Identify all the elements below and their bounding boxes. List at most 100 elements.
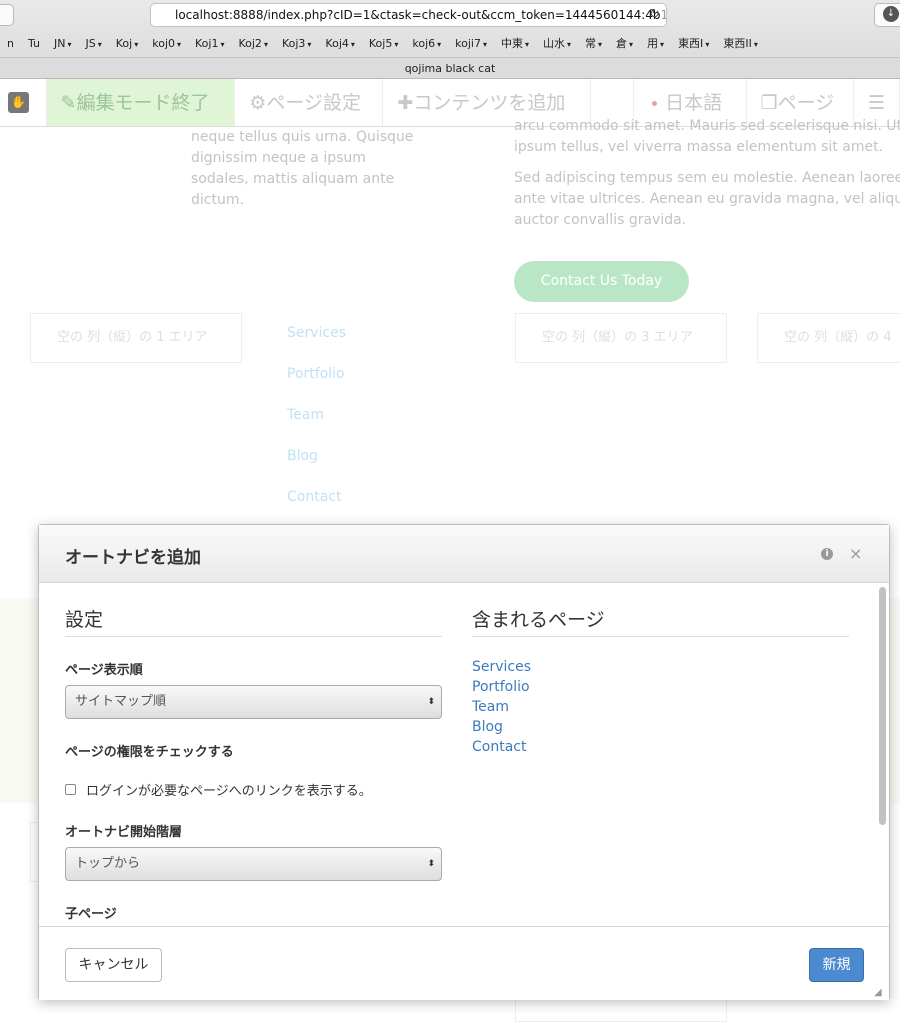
add-button[interactable]: 新規 bbox=[809, 948, 864, 982]
contact-us-button[interactable]: Contact Us Today bbox=[514, 261, 689, 302]
dialog-scrollbar-thumb[interactable] bbox=[879, 587, 886, 825]
chevron-down-icon: ▾ bbox=[524, 40, 529, 49]
chevron-down-icon: ▾ bbox=[177, 40, 182, 49]
nav-link-blog[interactable]: Blog bbox=[287, 448, 318, 464]
included-page-link[interactable]: Services bbox=[472, 657, 849, 677]
included-page-link[interactable]: Portfolio bbox=[472, 677, 849, 697]
chevron-down-icon: ▾ bbox=[350, 40, 355, 49]
cancel-button[interactable]: キャンセル bbox=[65, 948, 162, 982]
add-content-label: コンテンツを追加 bbox=[413, 92, 566, 114]
bookmark-folder[interactable]: Koj3 ▾ bbox=[275, 32, 318, 56]
dialog-header: オートナビを追加 i × bbox=[39, 525, 889, 583]
back-button[interactable] bbox=[0, 4, 14, 26]
select-arrows-icon: ⬍ bbox=[427, 697, 435, 707]
bookmark-folder[interactable]: Koj5 ▾ bbox=[362, 32, 405, 56]
exit-edit-label: 編集モード終了 bbox=[76, 92, 210, 114]
included-page-link[interactable]: Blog bbox=[472, 717, 849, 737]
gear-icon: ⚙ bbox=[249, 92, 267, 114]
nav-link-team[interactable]: Team bbox=[287, 407, 324, 423]
bookmark-folder[interactable]: 常 ▾ bbox=[578, 32, 609, 56]
downloads-button[interactable]: ↓ bbox=[874, 3, 900, 27]
cms-menu-button[interactable]: ✋ bbox=[0, 79, 47, 126]
included-page-link[interactable]: Team bbox=[472, 697, 849, 717]
bookmark-label: Koj bbox=[115, 37, 133, 50]
bookmark-folder[interactable]: koji7 ▾ bbox=[448, 32, 494, 56]
bookmark-label: koj6 bbox=[412, 37, 436, 50]
address-bar[interactable]: localhost:8888/index.php?cID=1&ctask=che… bbox=[150, 3, 667, 27]
bookmark-label: Koj1 bbox=[195, 37, 219, 50]
bookmark-label: Koj4 bbox=[325, 37, 349, 50]
child-pages-label: 子ページ bbox=[65, 907, 117, 922]
body-paragraph: neque tellus quis urna. Quisque dignissi… bbox=[191, 129, 414, 208]
bookmark-folder[interactable]: 中東 ▾ bbox=[494, 32, 536, 56]
bookmark-folder[interactable]: 山水 ▾ bbox=[536, 32, 578, 56]
bookmark-folder[interactable]: 用 ▾ bbox=[640, 32, 671, 56]
resize-handle-icon[interactable]: ◢ bbox=[874, 987, 882, 998]
bookmark-folder[interactable]: Koj1 ▾ bbox=[188, 32, 231, 56]
bookmark-label: 用 bbox=[647, 37, 659, 50]
bookmark-label: n bbox=[7, 37, 14, 50]
sort-order-label: ページ表示順 bbox=[65, 663, 143, 678]
dialog-title: オートナビを追加 bbox=[65, 548, 201, 568]
bookmark-folder[interactable]: koj6 ▾ bbox=[405, 32, 448, 56]
permissions-label: ページの権限をチェックする bbox=[65, 745, 234, 760]
bookmark-folder[interactable]: 倉 ▾ bbox=[609, 32, 640, 56]
bookmark-folder[interactable]: koj0 ▾ bbox=[145, 32, 188, 56]
chevron-down-icon: ▾ bbox=[97, 40, 102, 49]
bookmark-item[interactable]: Tu bbox=[21, 32, 47, 56]
url-text-faded: 1 bbox=[661, 8, 666, 22]
settings-column: 設定 ページ表示順 サイトマップ順 ⬍ ページの権限をチェックする ログインが必… bbox=[65, 583, 442, 926]
chevron-down-icon: ▾ bbox=[482, 40, 487, 49]
body-paragraph: arcu commodo sit amet. Mauris sed sceler… bbox=[514, 118, 900, 155]
exit-edit-mode-button[interactable]: ✎編集モード終了 bbox=[46, 79, 236, 126]
sort-order-select[interactable]: サイトマップ順 ⬍ bbox=[65, 685, 442, 719]
bookmark-folder[interactable]: JN ▾ bbox=[47, 32, 79, 56]
bookmark-folder[interactable]: Koj4 ▾ bbox=[318, 32, 361, 56]
bookmark-label: Koj5 bbox=[368, 37, 393, 50]
bookmark-label: JS bbox=[85, 37, 96, 50]
close-icon[interactable]: × bbox=[849, 544, 862, 563]
sort-order-value: サイトマップ順 bbox=[75, 694, 167, 709]
plus-icon: ✚ bbox=[397, 92, 414, 114]
chevron-down-icon: ▾ bbox=[134, 40, 139, 49]
bookmark-label: 常 bbox=[585, 37, 597, 50]
empty-area-column-1[interactable]: 空の 列（縦）の 1 エリア bbox=[30, 313, 242, 363]
bookmark-folder[interactable]: 東西I ▾ bbox=[671, 32, 716, 56]
bookmark-label: Tu bbox=[27, 37, 41, 50]
chevron-down-icon: ▾ bbox=[660, 40, 665, 49]
nav-link-services[interactable]: Services bbox=[287, 325, 346, 341]
bookmark-folder[interactable]: 東西II ▾ bbox=[716, 32, 765, 56]
chevron-down-icon: ▾ bbox=[220, 40, 225, 49]
bookmark-label: JN bbox=[54, 37, 66, 50]
empty-area-column-4[interactable]: 空の 列（縦）の 4 bbox=[757, 313, 900, 363]
pencil-icon: ✎ bbox=[60, 92, 77, 114]
start-level-label: オートナビ開始階層 bbox=[65, 825, 183, 840]
flag-icon bbox=[652, 101, 658, 106]
bookmark-item[interactable]: n bbox=[0, 32, 21, 56]
info-icon[interactable]: i bbox=[821, 548, 833, 560]
bookmark-folder[interactable]: JS ▾ bbox=[79, 32, 109, 56]
nav-link-portfolio[interactable]: Portfolio bbox=[287, 366, 345, 382]
included-page-link[interactable]: Contact bbox=[472, 737, 849, 757]
reload-icon[interactable]: ↻ bbox=[649, 4, 660, 26]
start-level-select[interactable]: トップから ⬍ bbox=[65, 847, 442, 881]
chevron-down-icon: ▾ bbox=[705, 40, 710, 49]
nav-link-contact[interactable]: Contact bbox=[287, 489, 341, 505]
browser-chrome: localhost:8888/index.php?cID=1&ctask=che… bbox=[0, 0, 900, 79]
concrete5-logo-icon: ✋ bbox=[8, 92, 29, 113]
bookmark-label: Koj3 bbox=[281, 37, 306, 50]
page-settings-button[interactable]: ⚙ページ設定 bbox=[235, 79, 384, 126]
bookmarks-bar: n Tu JN ▾ JS ▾ Koj ▾ koj0 ▾ Koj1 ▾ Koj2 ▾ Koj3… bbox=[0, 32, 900, 56]
show-restricted-links-option[interactable]: ログインが必要なページへのリンクを表示する。 bbox=[65, 780, 442, 799]
empty-area-column-3[interactable]: 空の 列（縦）の 3 エリア bbox=[515, 313, 727, 363]
tab-title[interactable]: qojima black cat bbox=[0, 57, 900, 78]
bookmark-folder[interactable]: Koj2 ▾ bbox=[231, 32, 274, 56]
select-arrows-icon: ⬍ bbox=[427, 859, 435, 869]
chevron-down-icon: ▾ bbox=[629, 40, 634, 49]
dialog-footer: キャンセル 新規 ◢ bbox=[39, 926, 889, 1000]
bookmark-folder[interactable]: Koj ▾ bbox=[109, 32, 145, 56]
bookmark-label: koji7 bbox=[455, 37, 481, 50]
bookmark-label: 東西I bbox=[678, 37, 704, 50]
chevron-down-icon: ▾ bbox=[753, 40, 758, 49]
show-restricted-links-checkbox[interactable] bbox=[65, 784, 76, 795]
